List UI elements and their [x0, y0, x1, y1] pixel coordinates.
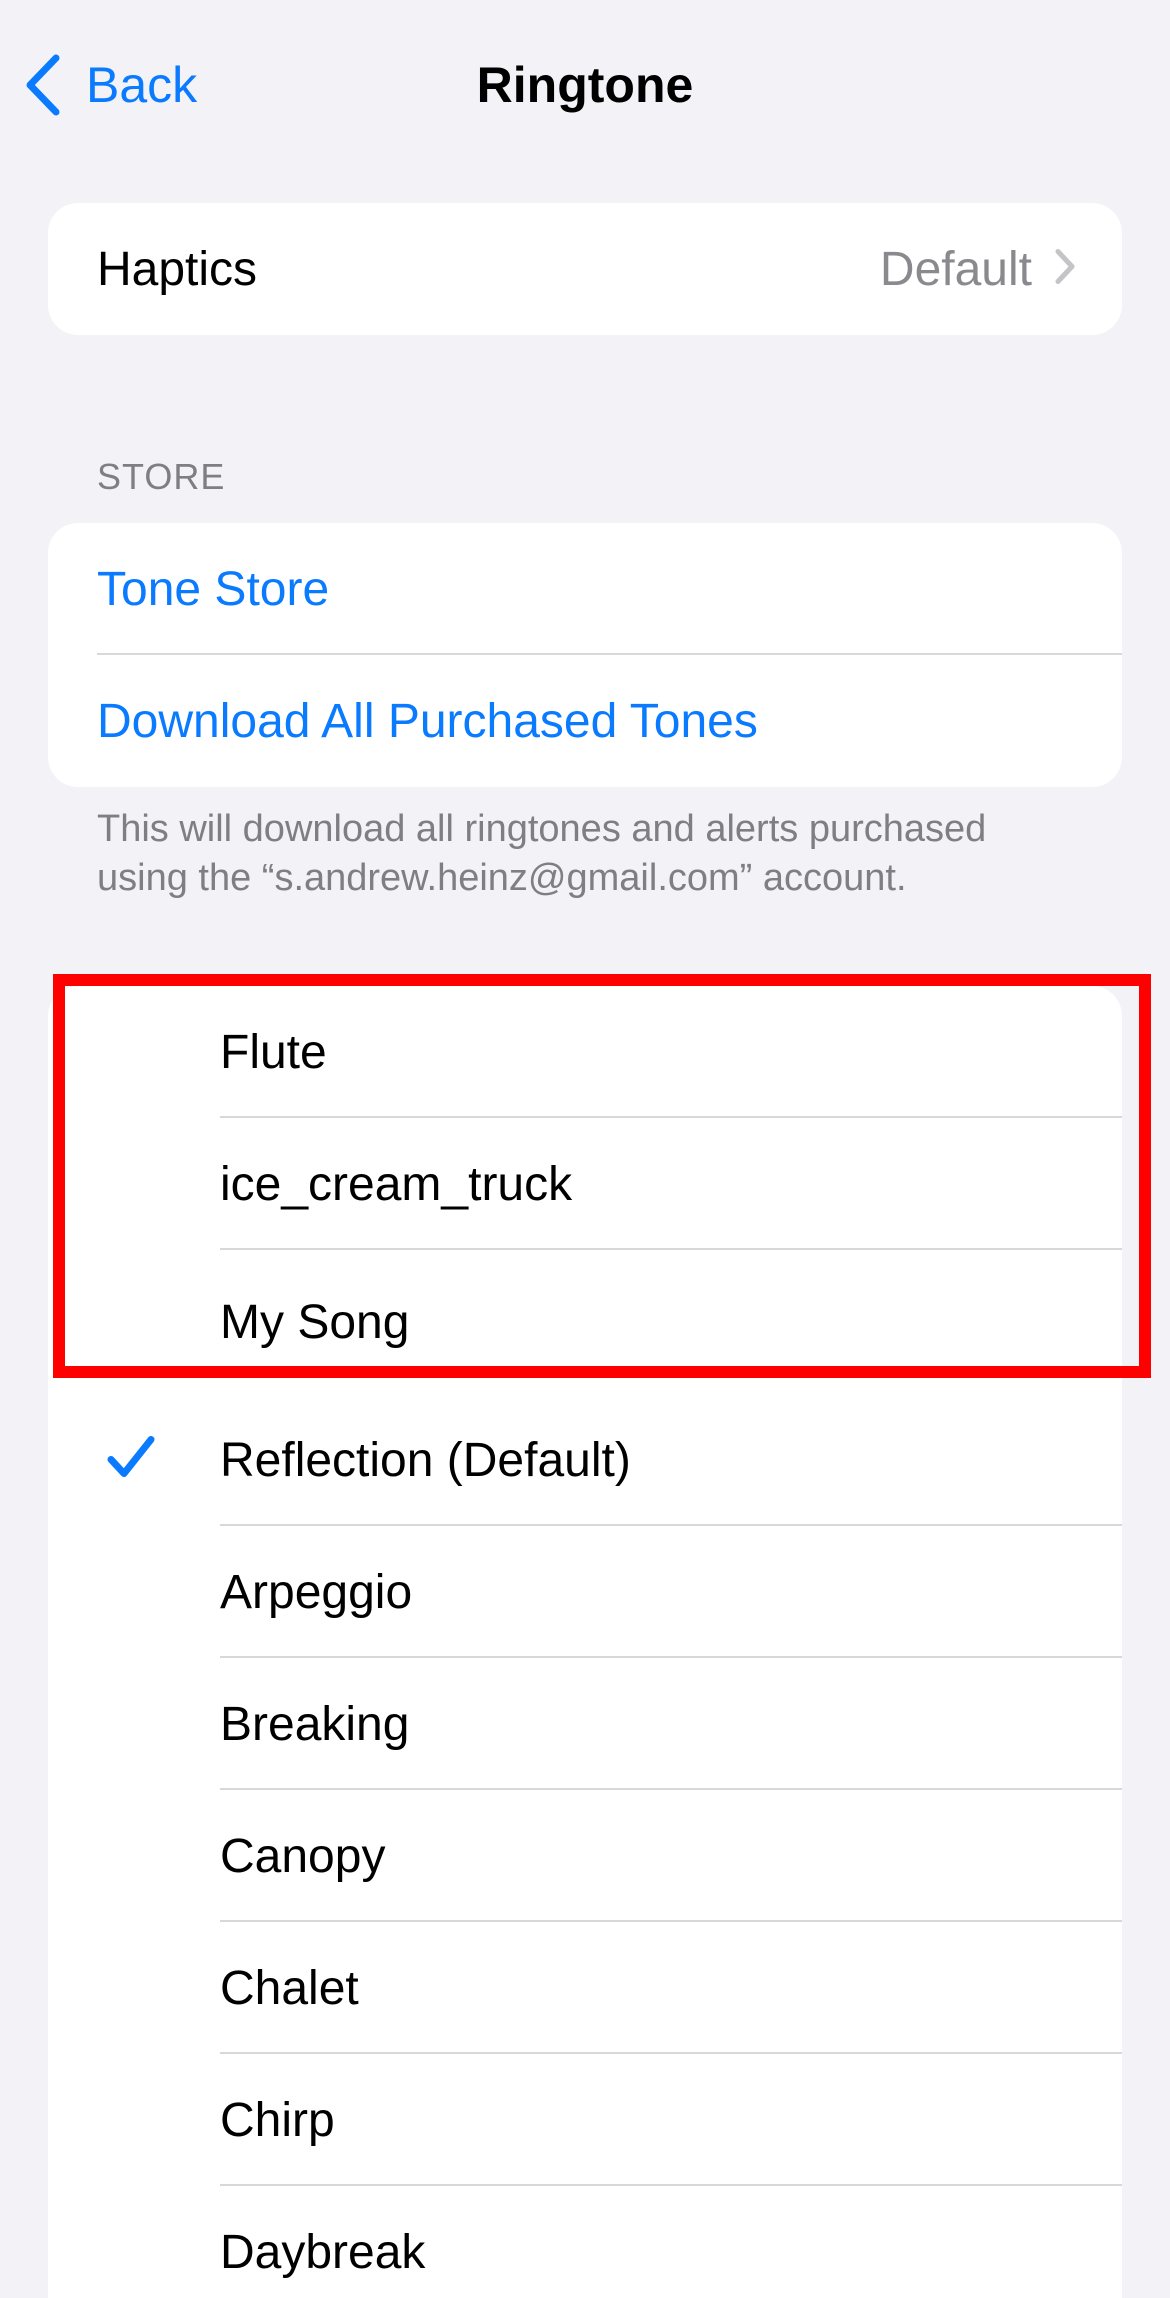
ringtone-row[interactable]: Reflection (Default)	[48, 1394, 1122, 1526]
ringtone-label: ice_cream_truck	[220, 1157, 573, 1211]
ringtone-label: Flute	[220, 1025, 327, 1079]
tone-store-link: Tone Store	[97, 562, 330, 616]
chevron-right-icon	[1054, 248, 1076, 291]
ringtone-row[interactable]: Daybreak	[48, 2186, 1122, 2298]
tone-store-row[interactable]: Tone Store	[48, 523, 1122, 655]
ringtone-label: My Song	[220, 1295, 410, 1349]
download-all-purchased-tones-link: Download All Purchased Tones	[97, 694, 758, 748]
ringtone-label: Chalet	[220, 1961, 359, 2015]
haptics-group: Haptics Default	[48, 203, 1122, 335]
haptics-label: Haptics	[97, 242, 258, 296]
ringtone-row[interactable]: Chalet	[48, 1922, 1122, 2054]
store-section-header: STORE	[97, 456, 226, 497]
ringtone-row[interactable]: Breaking	[48, 1658, 1122, 1790]
ringtone-row[interactable]: Canopy	[48, 1790, 1122, 1922]
ringtone-row[interactable]: My Song	[48, 1250, 1122, 1394]
ringtone-row[interactable]: ice_cream_truck	[48, 1118, 1122, 1250]
ringtone-label: Arpeggio	[220, 1565, 413, 1619]
navigation-bar: Back Ringtone	[0, 0, 1170, 170]
ringtones-group: Flute ice_cream_truck My Song Reflection (D…	[48, 986, 1122, 2298]
page-title: Ringtone	[476, 57, 694, 113]
haptics-row[interactable]: Haptics Default	[48, 203, 1122, 335]
store-footer-note: This will download all ringtones and ale…	[97, 808, 987, 899]
haptics-value: Default	[879, 242, 1032, 296]
ringtone-label: Breaking	[220, 1697, 410, 1751]
download-all-row[interactable]: Download All Purchased Tones	[48, 655, 1122, 787]
checkmark-icon	[106, 1434, 156, 1487]
ringtone-label: Daybreak	[220, 2225, 426, 2279]
ringtone-row[interactable]: Flute	[48, 986, 1122, 1118]
ringtone-label: Canopy	[220, 1829, 386, 1883]
store-group: Tone Store Download All Purchased Tones	[48, 523, 1122, 787]
ringtone-row[interactable]: Arpeggio	[48, 1526, 1122, 1658]
ringtone-row[interactable]: Chirp	[48, 2054, 1122, 2186]
ringtone-label: Chirp	[220, 2093, 335, 2147]
